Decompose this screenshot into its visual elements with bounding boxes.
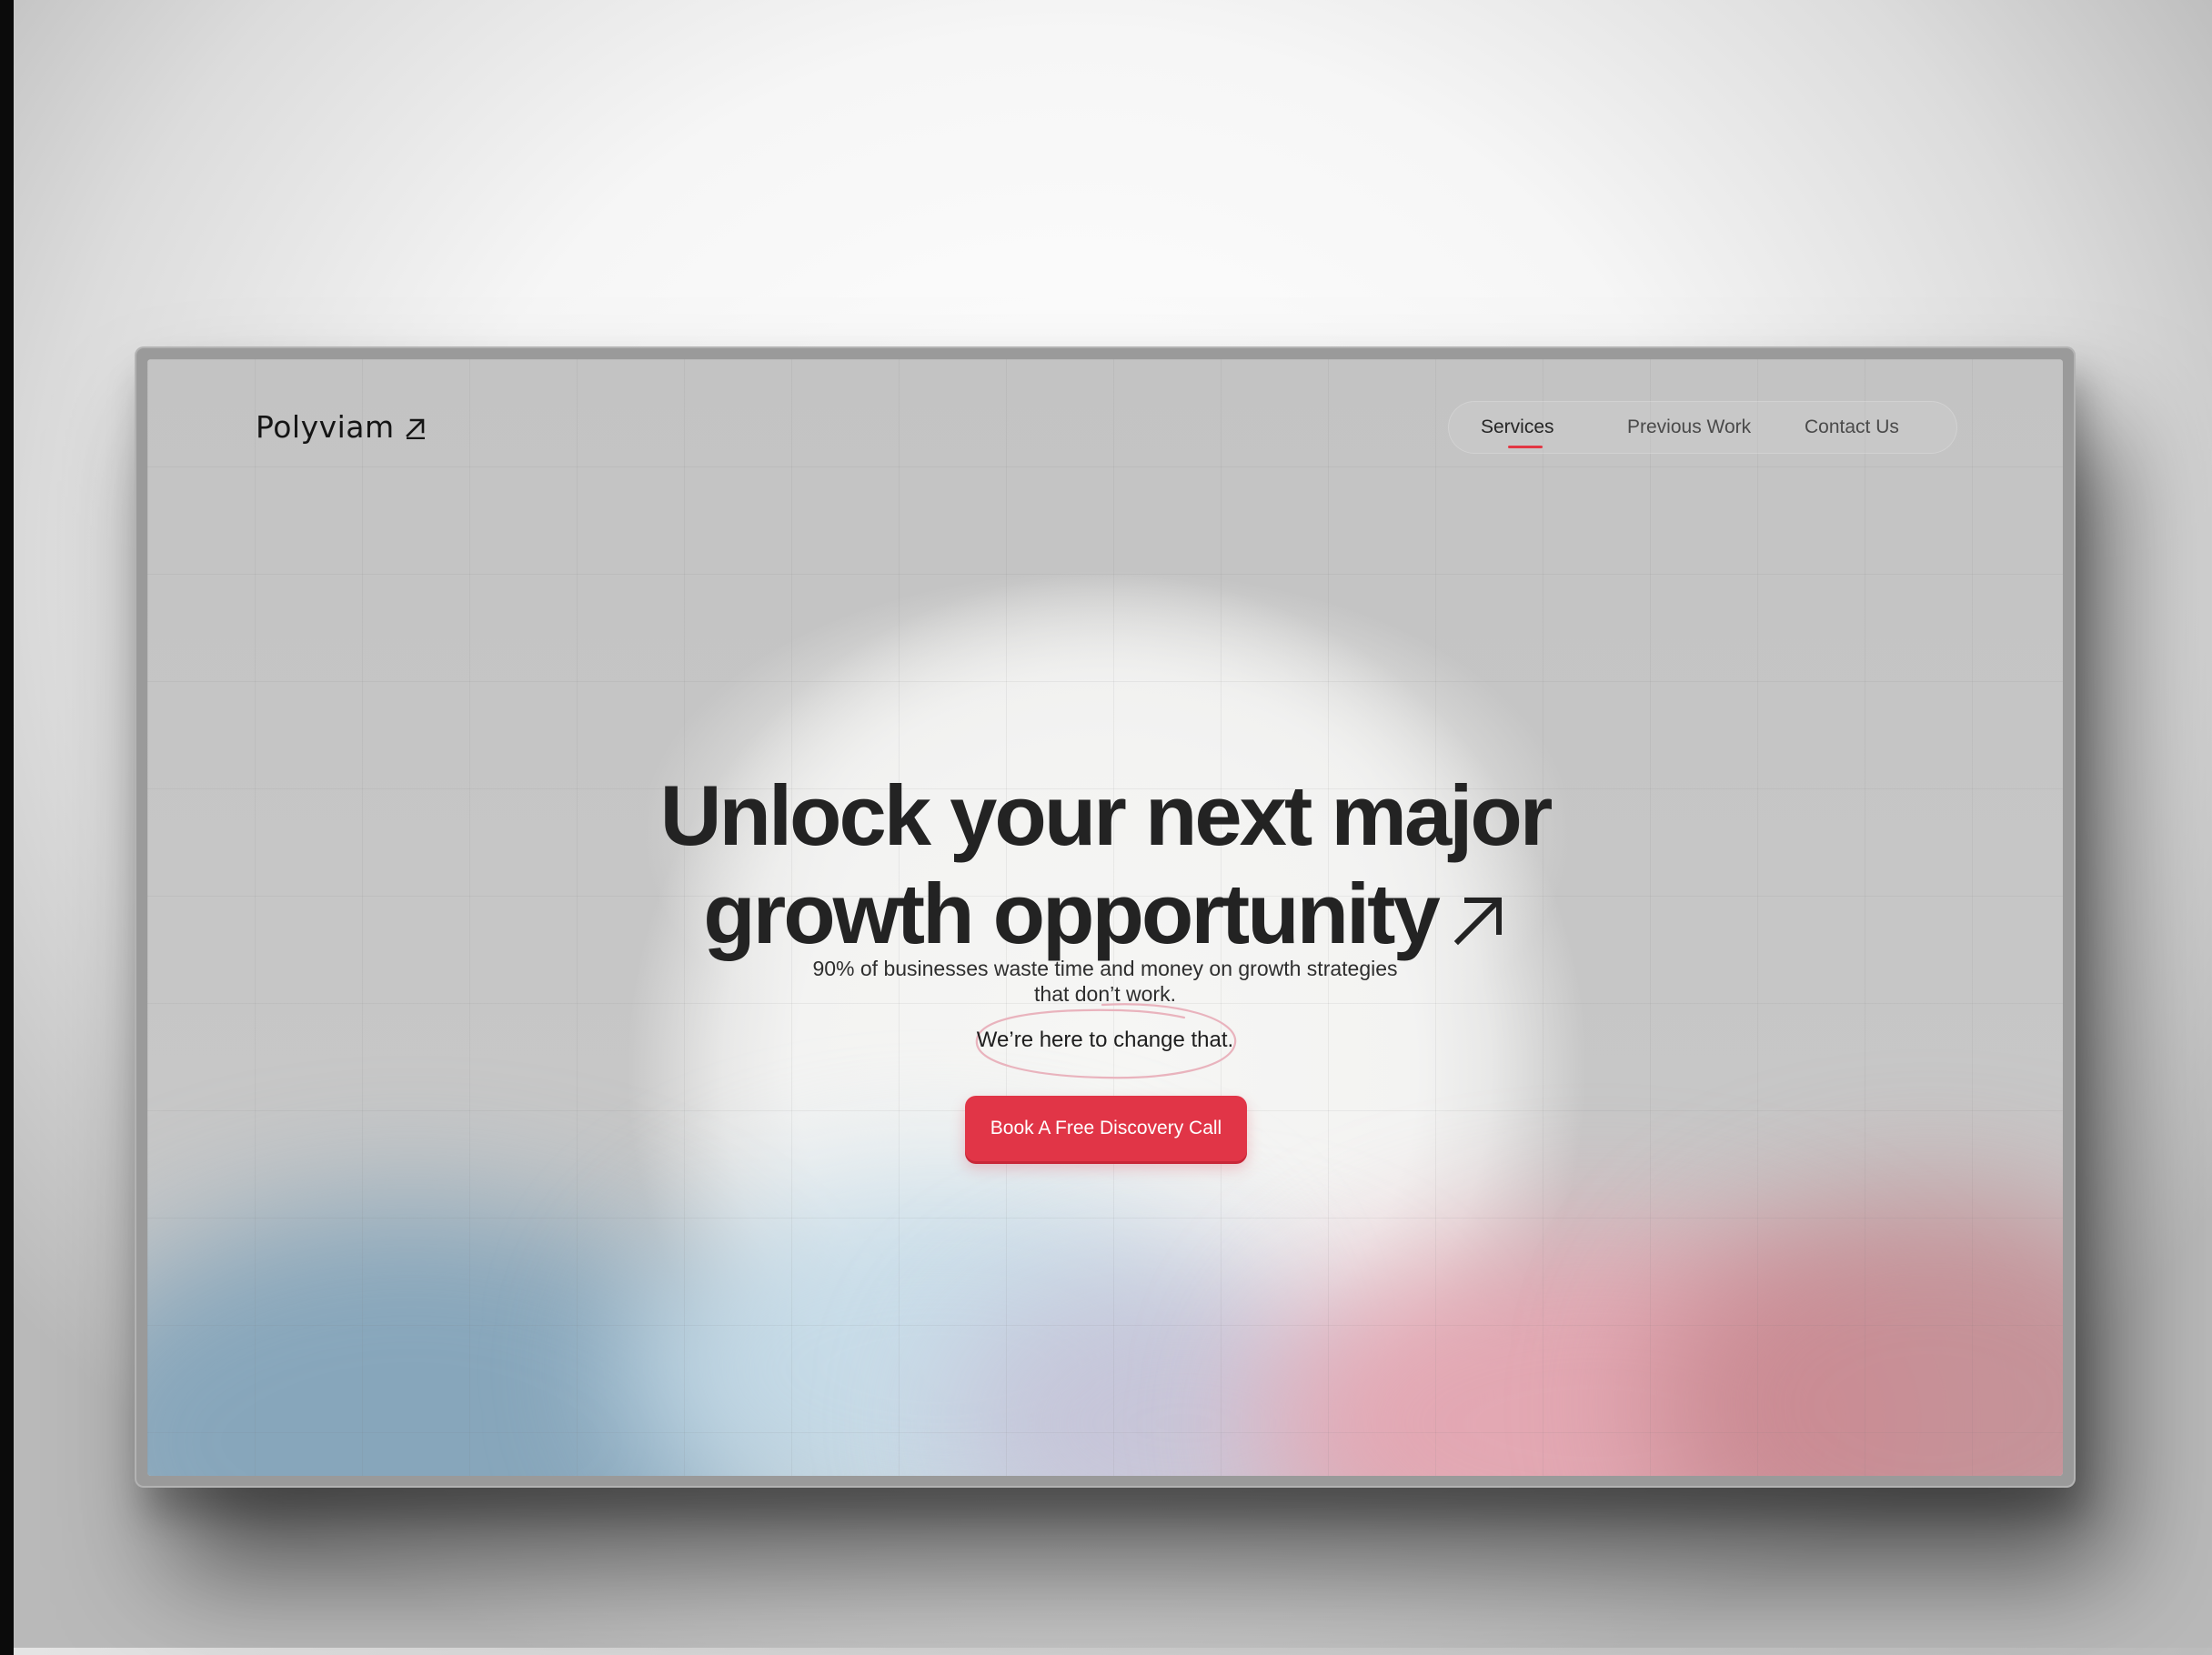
hero-title-line2: growth opportunity [703, 865, 1440, 961]
nav-item-contact-us[interactable]: Contact Us [1805, 416, 1899, 438]
hero-title-line2-wrap: growth opportunity [147, 865, 2063, 963]
brand-name: Polyviam [256, 409, 395, 445]
nav-item-previous-work[interactable]: Previous Work [1627, 416, 1751, 438]
website-screen: Polyviam Services Previous Work Contact … [147, 359, 2063, 1476]
left-edge-strip [0, 0, 14, 1655]
bottom-edge-strip [14, 1648, 2212, 1655]
hero-subtitle-line1: 90% of businesses waste time and money o… [812, 957, 1398, 980]
nav-item-services[interactable]: Services [1481, 416, 1554, 438]
book-discovery-call-button[interactable]: Book A Free Discovery Call [965, 1096, 1247, 1161]
active-nav-indicator [1508, 446, 1543, 448]
hero-title-line1: Unlock your next major [659, 767, 1553, 863]
arrow-up-right-icon [405, 418, 425, 439]
brand-logo[interactable]: Polyviam [256, 409, 427, 445]
arrow-up-right-icon [1453, 897, 1502, 946]
hero-title: Unlock your next major growth opportunit… [147, 767, 2063, 963]
hero-highlight-text: We’re here to change that. [976, 1028, 1234, 1052]
